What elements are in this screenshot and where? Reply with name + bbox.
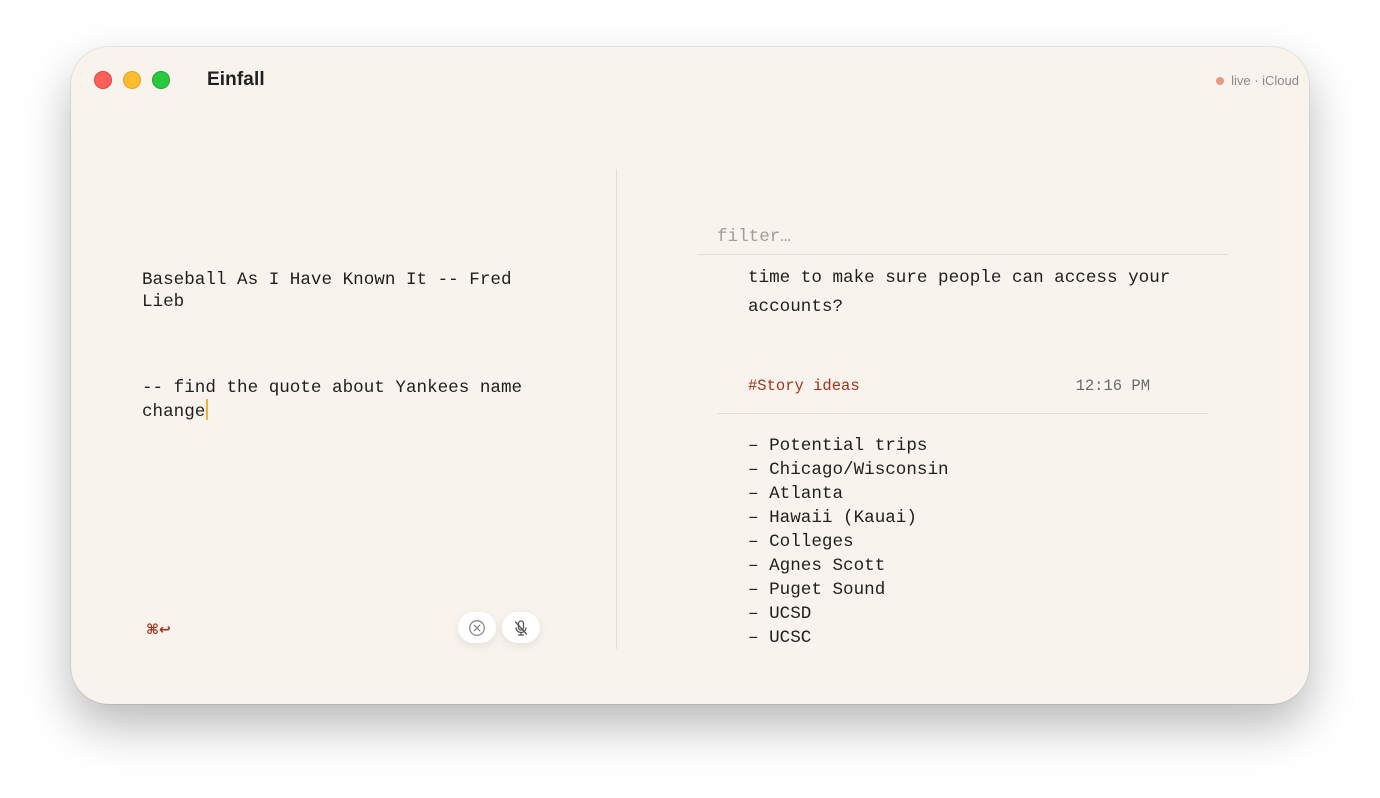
app-window: Einfall live · iCloud Baseball As I Have… — [71, 47, 1309, 704]
app-title: Einfall — [207, 69, 265, 90]
clear-button[interactable] — [458, 612, 496, 643]
sync-status: live · iCloud — [1216, 73, 1299, 88]
save-shortcut-hint[interactable]: ⌘↩ — [146, 622, 171, 638]
list-item: – Potential trips — [748, 436, 928, 456]
note-header[interactable]: #Story ideas 12:16 PM — [748, 377, 1150, 395]
list-item: – Atlanta — [748, 484, 844, 504]
note-tag[interactable]: #Story ideas — [748, 377, 860, 395]
note-body[interactable]: – Potential trips – Chicago/Wisconsin – … — [748, 434, 949, 650]
editor-line: Baseball As I Have Known It -- Fred Lieb — [142, 270, 523, 312]
editor-line: -- find the quote about Yankees name cha… — [142, 377, 533, 423]
list-item: – Hawaii (Kauai) — [748, 508, 917, 528]
list-item: – UCSC — [748, 628, 812, 648]
status-dot-icon — [1216, 76, 1225, 85]
minimize-window-button[interactable] — [123, 71, 141, 89]
zoom-window-button[interactable] — [152, 71, 170, 89]
list-item: – Puget Sound — [748, 580, 886, 600]
pane-divider — [616, 169, 617, 649]
list-item: – Colleges — [748, 532, 854, 552]
previous-note-text: time to make sure people can access your… — [748, 268, 1171, 317]
sync-status-label: live · iCloud — [1231, 73, 1299, 88]
filter-input[interactable] — [698, 219, 1228, 255]
list-item: – Chicago/Wisconsin — [748, 460, 949, 480]
close-window-button[interactable] — [94, 71, 112, 89]
mic-off-icon — [514, 619, 528, 636]
list-item: – Agnes Scott — [748, 556, 886, 576]
x-circle-icon — [469, 619, 485, 636]
note-separator — [717, 413, 1208, 414]
text-caret — [206, 399, 209, 420]
note-editor[interactable]: Baseball As I Have Known It -- Fred Lieb… — [142, 227, 557, 467]
microphone-button[interactable] — [502, 612, 540, 643]
notes-list[interactable]: · · · · · · · · · · · time to make sure … — [698, 256, 1258, 656]
list-item: – UCSD — [748, 604, 812, 624]
note-timestamp: 12:16 PM — [1075, 377, 1150, 395]
editor-line-with-caret: -- find the quote about Yankees name cha… — [142, 378, 557, 424]
